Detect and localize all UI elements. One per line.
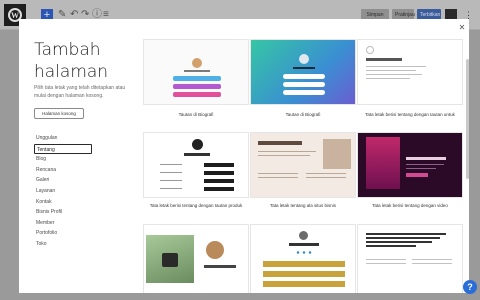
- layout-preview-text-about: [357, 224, 463, 293]
- preview-line: [258, 155, 310, 156]
- preview-line: [366, 66, 426, 67]
- category-item-active[interactable]: Tentang: [34, 143, 92, 155]
- preview-name: [289, 243, 319, 246]
- page-pattern-modal: ✕ Tambah halaman Pilih tata letak yang t…: [19, 19, 469, 293]
- preview-link: [173, 76, 221, 81]
- preview-heading: [366, 241, 432, 243]
- modal-subtitle: Pilih tata letak yang telah ditetapkan a…: [34, 85, 126, 99]
- layout-preview-about-links: [357, 39, 463, 105]
- category-list: Unggulan Tentang Blog Rencana Galeri Lay…: [34, 133, 92, 250]
- preview-link: [263, 281, 345, 287]
- layout-caption: Tata letak berisi tentang dengan tautan …: [149, 203, 243, 208]
- avatar: [299, 231, 308, 240]
- category-item[interactable]: Bisnis Profil: [34, 207, 92, 218]
- modal-title: Tambah halaman: [34, 40, 109, 82]
- preview-line: [258, 177, 298, 178]
- preview-line: [406, 164, 444, 165]
- category-item[interactable]: Layanan: [34, 186, 92, 197]
- preview-row: [160, 187, 234, 191]
- preview-line: [306, 177, 346, 178]
- preview-line: [366, 70, 416, 71]
- category-item[interactable]: Unggulan: [34, 133, 92, 144]
- category-item[interactable]: Kontak: [34, 197, 92, 208]
- category-item[interactable]: Rencana: [34, 165, 92, 176]
- modal-scrollbar[interactable]: [466, 59, 469, 179]
- category-item[interactable]: Toko: [34, 239, 92, 250]
- preview-name: [184, 70, 210, 72]
- layout-caption: Tata letak berisi tentang dengan tautan …: [365, 112, 455, 117]
- preview-line: [406, 168, 436, 169]
- preview-row: [160, 171, 234, 175]
- layout-preview-about-video: [357, 132, 463, 198]
- help-icon[interactable]: ?: [463, 280, 477, 294]
- preview-heading: [406, 157, 446, 160]
- preview-name: [204, 265, 236, 268]
- avatar: [299, 54, 309, 64]
- preview-line: [366, 74, 422, 75]
- preview-heading: [366, 58, 402, 61]
- layout-preview-link-in-bio-gradient: [250, 39, 356, 105]
- preview-link: [263, 261, 345, 267]
- preview-name: [293, 67, 315, 69]
- preview-row: [160, 179, 234, 183]
- preview-row: [160, 163, 234, 167]
- preview-line: [366, 259, 406, 260]
- camera-icon: [162, 253, 178, 267]
- layout-caption: Tata letak tentang ala situs bisnis: [269, 203, 337, 208]
- preview-name: [184, 153, 210, 156]
- preview-line: [258, 173, 298, 174]
- avatar: [192, 58, 202, 68]
- blank-page-button[interactable]: Halaman kosong: [34, 108, 84, 119]
- preview-heading: [258, 141, 302, 145]
- preview-link: [283, 74, 325, 79]
- layout-preview-photographer: [143, 224, 249, 293]
- preview-heading: [366, 233, 446, 235]
- layout-preview-link-in-bio-light: [143, 39, 249, 105]
- preview-image: [323, 139, 351, 169]
- layout-caption: Tautan di Biografi: [178, 112, 214, 117]
- category-item[interactable]: Blog: [34, 154, 92, 165]
- category-item[interactable]: Member: [34, 218, 92, 229]
- layout-caption: Tautan di Biografi: [285, 112, 321, 117]
- layout-preview-about-business: [250, 132, 356, 198]
- layout-preview-profile-links: [250, 224, 356, 293]
- preview-heading: [366, 237, 440, 239]
- preview-logo: [366, 46, 374, 54]
- preview-line: [366, 263, 406, 264]
- preview-link: [173, 84, 221, 89]
- preview-line: [306, 173, 346, 174]
- preview-line: [412, 259, 452, 260]
- close-icon[interactable]: ✕: [458, 24, 466, 32]
- preview-line: [258, 151, 316, 152]
- layout-caption: Tata letak berisi tentang dengan video: [372, 203, 448, 208]
- preview-heading: [366, 245, 416, 247]
- preview-link: [283, 90, 325, 95]
- category-item[interactable]: Portofolio: [34, 228, 92, 239]
- preview-button: [406, 173, 428, 177]
- category-item[interactable]: Galeri: [34, 175, 92, 186]
- avatar: [192, 139, 203, 150]
- preview-image: [366, 137, 400, 189]
- preview-link: [263, 271, 345, 277]
- preview-link: [173, 92, 221, 97]
- avatar: [206, 241, 224, 259]
- preview-link: [283, 82, 325, 87]
- social-icons: [295, 251, 313, 254]
- layout-preview-about-products: [143, 132, 249, 198]
- preview-line: [412, 263, 452, 264]
- preview-line: [366, 78, 410, 79]
